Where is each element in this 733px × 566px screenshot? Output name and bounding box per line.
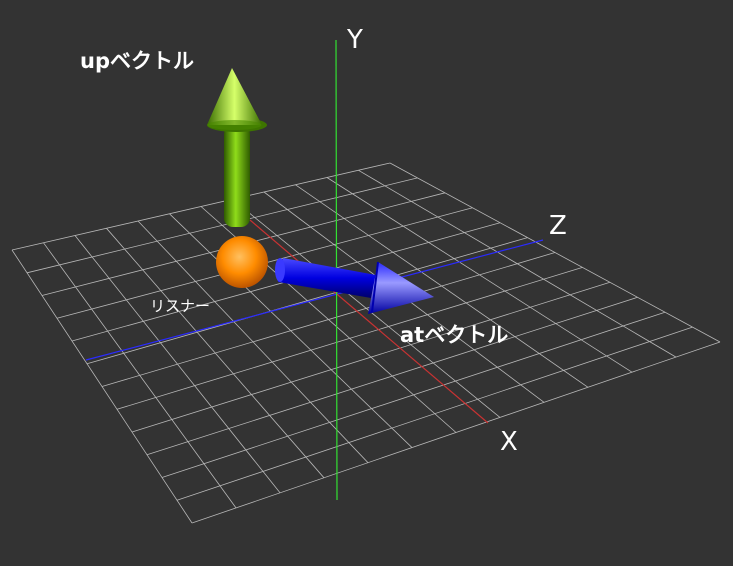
grid-line bbox=[389, 162, 721, 343]
at-vector-arrow bbox=[275, 258, 434, 314]
grid-line bbox=[176, 326, 693, 501]
listener-label: リスナー bbox=[150, 297, 210, 315]
scene-canvas: Y Z X upベクトル atベクトル リスナー bbox=[11, 25, 721, 524]
z-axis-label: Z bbox=[549, 211, 567, 241]
at-vector-label: atベクトル bbox=[400, 323, 508, 347]
up-vector-label: upベクトル bbox=[80, 49, 194, 73]
x-axis-label: X bbox=[500, 427, 518, 457]
x-axis-line bbox=[249, 219, 489, 424]
y-axis-label: Y bbox=[346, 25, 363, 55]
listener-sphere bbox=[216, 236, 268, 288]
grid-line bbox=[191, 341, 721, 524]
ground-grid bbox=[11, 162, 721, 524]
grid-line bbox=[146, 296, 638, 456]
